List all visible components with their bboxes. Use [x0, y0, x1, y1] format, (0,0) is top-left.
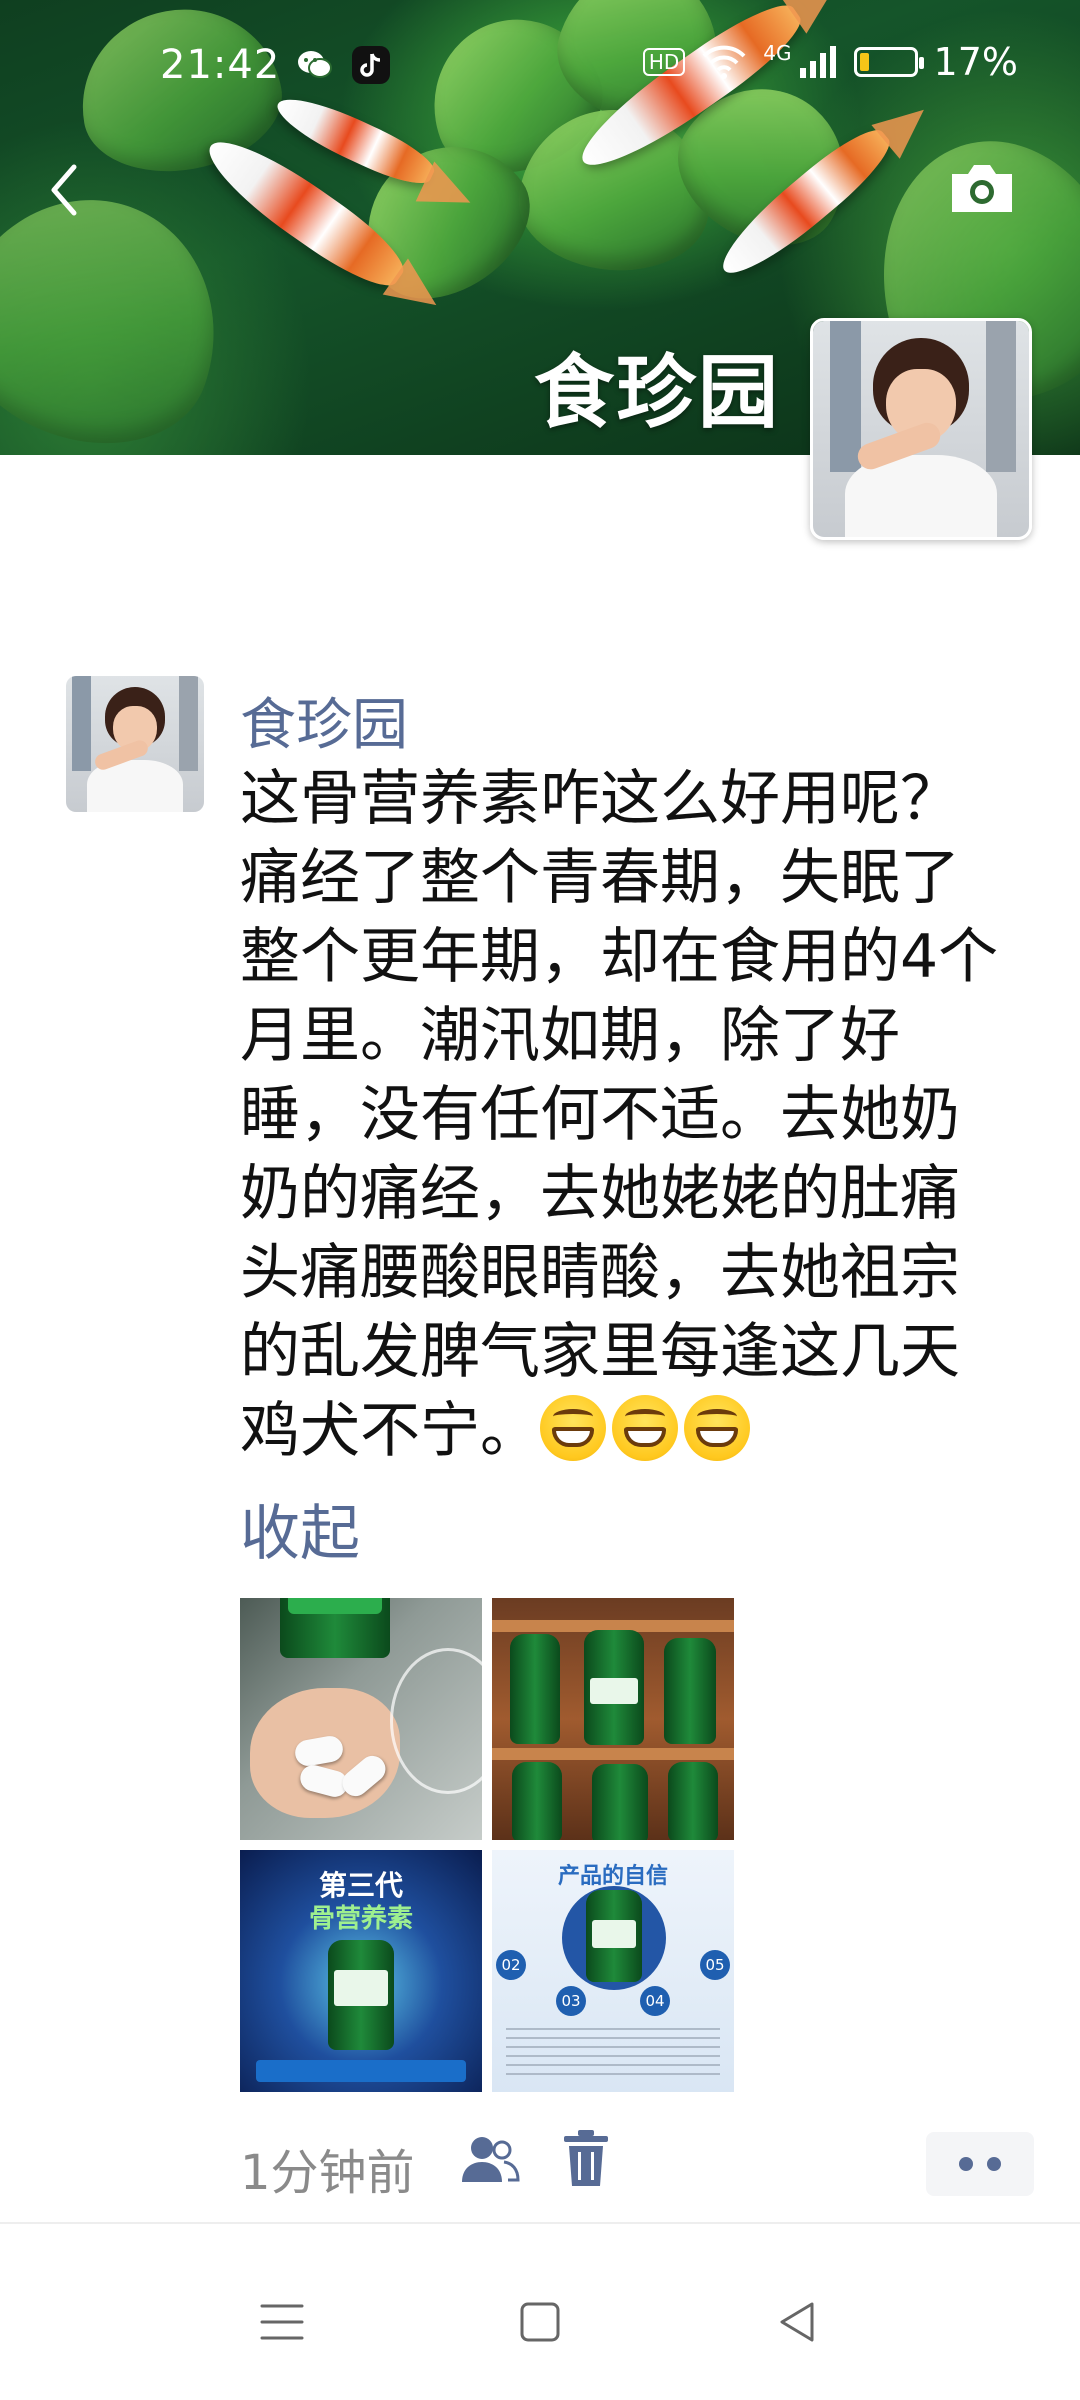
- avatar-background-door: [179, 676, 199, 772]
- bottle-label: [334, 1970, 388, 2006]
- menu-icon[interactable]: [252, 2292, 312, 2352]
- photo-capsules-in-hand[interactable]: [240, 1598, 482, 1840]
- infographic-text-lines: [506, 2028, 720, 2080]
- avatar-photo: [813, 321, 1029, 537]
- infographic-step-number: 03: [556, 1986, 586, 2016]
- bottle-label: [592, 1920, 636, 1948]
- cover-leaf: [0, 162, 254, 455]
- shelf: [492, 1748, 734, 1760]
- post-avatar[interactable]: [66, 676, 204, 812]
- avatar-background-door: [830, 321, 861, 473]
- cover-avatar[interactable]: [810, 318, 1032, 540]
- wifi-icon: [702, 45, 746, 79]
- glass-bowl: [390, 1648, 482, 1794]
- battery-icon: [853, 47, 924, 77]
- bottle-shape: [668, 1762, 718, 1840]
- photo-product-confidence[interactable]: 产品的自信 02 03 04 05: [492, 1850, 734, 2092]
- status-bar: 21:42 HD 4G 17%: [0, 0, 1080, 130]
- home-icon[interactable]: [510, 2292, 570, 2352]
- network-type: 4G: [763, 41, 792, 65]
- back-icon[interactable]: [40, 155, 90, 225]
- avatar-photo: [66, 676, 204, 812]
- cover-username: 食珍园: [534, 346, 780, 439]
- camera-icon[interactable]: [946, 158, 1018, 218]
- people-icon[interactable]: [458, 2132, 522, 2188]
- more-options-button[interactable]: [926, 2132, 1034, 2196]
- infographic-step-number: 02: [496, 1950, 526, 1980]
- bottle-shape: [512, 1762, 562, 1840]
- bottle-shape: [592, 1764, 648, 1840]
- trash-icon[interactable]: [562, 2128, 610, 2190]
- battery-fill: [859, 53, 870, 71]
- infographic-step-number: 05: [700, 1950, 730, 1980]
- post-text-body: 这骨营养素咋这么好用呢？痛经了整个青春期，失眠了整个更年期，却在食用的4个月里。…: [240, 764, 999, 1466]
- grin-emoji-icon: [684, 1395, 750, 1461]
- bottle-label: [590, 1678, 638, 1704]
- photo-grid: 第三代 骨营养素 产品的自信 02 03 04 05: [240, 1598, 736, 2092]
- poster-subtitle: 骨营养素: [308, 1904, 413, 1934]
- collapse-link[interactable]: 收起: [240, 1485, 360, 1572]
- more-dot-icon: [987, 2157, 1001, 2171]
- post-author-name[interactable]: 食珍园: [240, 680, 408, 761]
- photo-third-generation-poster[interactable]: 第三代 骨营养素: [240, 1850, 482, 2092]
- battery-percent: 17%: [933, 40, 1018, 84]
- infographic-step-number: 04: [640, 1986, 670, 2016]
- emoji-row: [540, 1395, 756, 1466]
- tiktok-icon: [352, 46, 390, 84]
- bottle-cap-shape: [288, 1598, 382, 1614]
- back-triangle-icon[interactable]: [768, 2292, 828, 2352]
- system-nav-bar: [0, 2224, 1080, 2400]
- avatar-background-door: [71, 676, 91, 772]
- grin-emoji-icon: [612, 1395, 678, 1461]
- signal-icon: [799, 46, 836, 78]
- status-time: 21:42: [160, 42, 281, 88]
- post-text[interactable]: 这骨营养素咋这么好用呢？痛经了整个青春期，失眠了整个更年期，却在食用的4个月里。…: [240, 760, 1010, 1471]
- hd-badge: HD: [642, 48, 686, 76]
- bottle-shape: [664, 1638, 716, 1744]
- status-indicators: HD 4G 17%: [642, 40, 1018, 84]
- poster-banner: [256, 2060, 466, 2082]
- bottle-shape: [510, 1634, 560, 1744]
- avatar-background-door: [985, 321, 1017, 473]
- more-dot-icon: [959, 2157, 973, 2171]
- post-timestamp: 1分钟前: [240, 2145, 415, 2201]
- wechat-icon: [298, 51, 332, 78]
- grin-emoji-icon: [540, 1395, 606, 1461]
- photo-bottles-on-shelf[interactable]: [492, 1598, 734, 1840]
